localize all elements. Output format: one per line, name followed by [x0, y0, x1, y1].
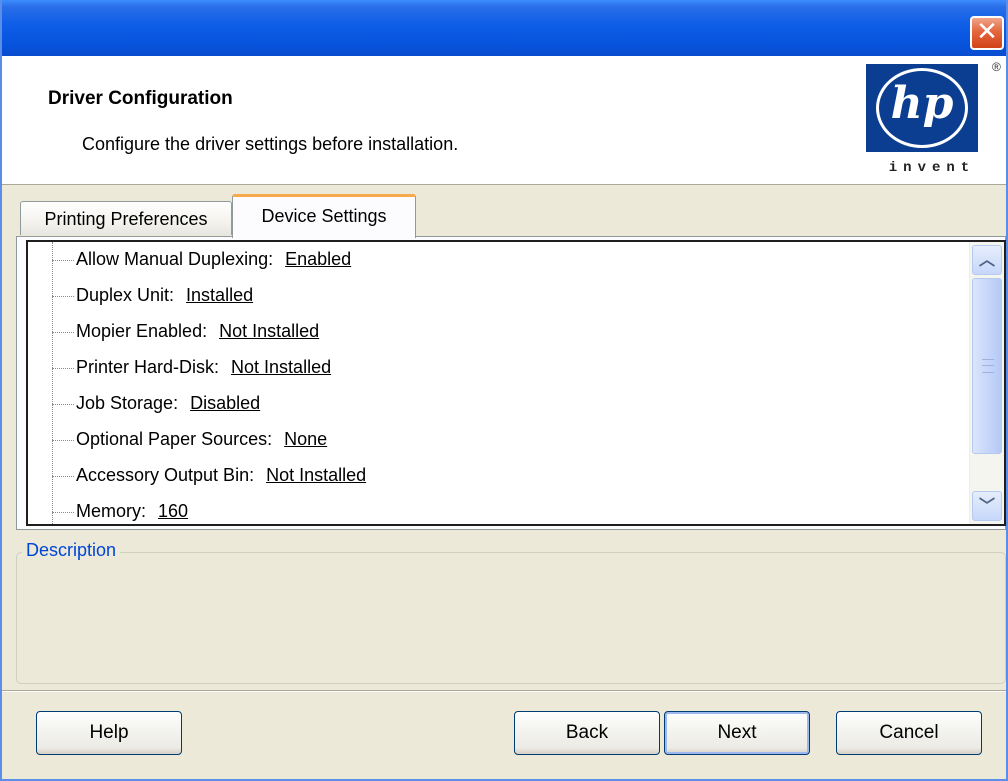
setting-name: Job Storage:: [76, 393, 179, 413]
scroll-down-button[interactable]: ﹀: [972, 491, 1002, 521]
footer-divider: [2, 690, 1006, 692]
setting-value[interactable]: Not Installed: [266, 465, 366, 485]
logo-tagline: invent: [888, 160, 976, 176]
tree-item[interactable]: Accessory Output Bin: Not Installed: [28, 458, 968, 494]
setting-value[interactable]: None: [284, 429, 327, 449]
chevron-up-icon: ︿: [978, 250, 995, 269]
tree-item-label: Mopier Enabled: Not Installed: [76, 321, 319, 342]
tree-item[interactable]: Job Storage: Disabled: [28, 386, 968, 422]
tree-item[interactable]: Printer Hard-Disk: Not Installed: [28, 350, 968, 386]
tree-item[interactable]: Optional Paper Sources: None: [28, 422, 968, 458]
scroll-thumb[interactable]: [972, 278, 1002, 454]
tree-item[interactable]: Mopier Enabled: Not Installed: [28, 314, 968, 350]
vertical-scrollbar[interactable]: ︿ ﹀: [969, 242, 1004, 524]
tree-item-label: Allow Manual Duplexing: Enabled: [76, 249, 351, 270]
page-title: Driver Configuration: [48, 88, 233, 109]
tree-item-label: Accessory Output Bin: Not Installed: [76, 465, 366, 486]
tree-connector: [52, 440, 74, 441]
description-group: [16, 552, 1006, 684]
tree-item-label: Memory: 160: [76, 501, 188, 522]
page-subtitle: Configure the driver settings before ins…: [82, 134, 459, 154]
tree-connector: [52, 512, 74, 513]
next-button[interactable]: Next: [664, 711, 810, 755]
tree-item-label: Printer Hard-Disk: Not Installed: [76, 357, 331, 378]
setting-value[interactable]: Installed: [186, 285, 253, 305]
setting-value[interactable]: Enabled: [285, 249, 351, 269]
setting-value[interactable]: Not Installed: [231, 357, 331, 377]
setting-name: Printer Hard-Disk:: [76, 357, 220, 377]
tree-connector: [52, 368, 74, 369]
setting-name: Duplex Unit:: [76, 285, 175, 305]
setting-name: Optional Paper Sources:: [76, 429, 273, 449]
tab-device-settings[interactable]: Device Settings: [232, 194, 416, 238]
description-legend: Description: [22, 540, 121, 561]
setting-value[interactable]: Disabled: [190, 393, 260, 413]
close-icon: ✕: [976, 17, 998, 47]
driver-configuration-dialog: ✕ Driver Configuration Configure the dri…: [0, 0, 1008, 781]
setting-name: Memory:: [76, 501, 147, 521]
tree-item[interactable]: Allow Manual Duplexing: Enabled: [28, 242, 968, 278]
tree-item[interactable]: Duplex Unit: Installed: [28, 278, 968, 314]
tab-printing-preferences[interactable]: Printing Preferences: [20, 201, 232, 235]
setting-value[interactable]: Not Installed: [219, 321, 319, 341]
title-bar[interactable]: ✕: [2, 0, 1006, 56]
back-button[interactable]: Back: [514, 711, 660, 755]
tree-connector: [52, 260, 74, 261]
hp-logo: hp ® invent: [856, 60, 1006, 180]
setting-value[interactable]: 160: [158, 501, 188, 521]
tree-connector: [52, 332, 74, 333]
close-button[interactable]: ✕: [970, 16, 1004, 50]
chevron-down-icon: ﹀: [978, 496, 995, 515]
tree-connector: [52, 476, 74, 477]
tree-item-label: Job Storage: Disabled: [76, 393, 260, 414]
logo-letters: hp: [890, 78, 954, 129]
tree-item[interactable]: Memory: 160: [28, 494, 968, 524]
tree-item-label: Duplex Unit: Installed: [76, 285, 253, 306]
tree-connector: [52, 296, 74, 297]
scroll-up-button[interactable]: ︿: [972, 245, 1002, 275]
registered-mark: ®: [992, 60, 1001, 74]
setting-name: Mopier Enabled:: [76, 321, 208, 341]
tree-item-label: Optional Paper Sources: None: [76, 429, 327, 450]
setting-name: Allow Manual Duplexing:: [76, 249, 274, 269]
cancel-button[interactable]: Cancel: [836, 711, 982, 755]
grip-icon: [982, 359, 994, 373]
setting-name: Accessory Output Bin:: [76, 465, 255, 485]
help-button[interactable]: Help: [36, 711, 182, 755]
tree-connector: [52, 404, 74, 405]
device-settings-tree[interactable]: Allow Manual Duplexing: Enabled Duplex Un…: [26, 240, 1006, 526]
